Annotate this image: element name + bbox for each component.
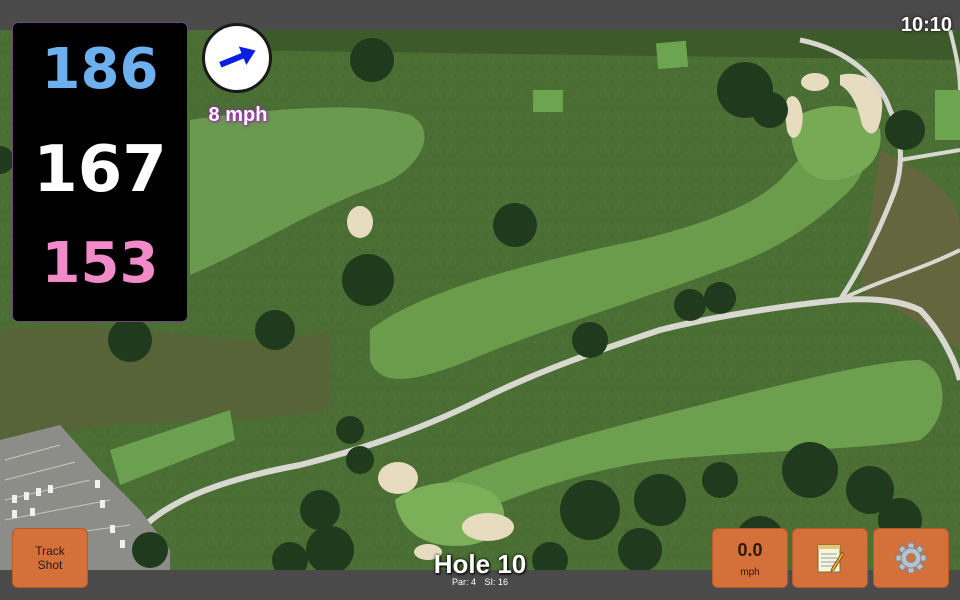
notes-button[interactable] <box>792 528 868 588</box>
track-shot-label-line1: Track <box>35 544 65 558</box>
track-shot-button[interactable]: Track Shot <box>12 528 88 588</box>
hole-info: Par: 4 SI: 16 <box>380 577 580 587</box>
front-distance: 153 <box>41 231 159 296</box>
track-shot-label-line2: Shot <box>37 558 63 572</box>
hole-par: Par: 4 <box>451 577 476 587</box>
wind-speed-button[interactable]: 0.0 mph <box>712 528 788 588</box>
clock: 10:10 <box>900 14 952 36</box>
middle-distance: 167 <box>33 133 167 207</box>
gear-icon <box>895 542 927 574</box>
wind-direction-dial <box>202 23 272 93</box>
wind-speed-value: 0.0 <box>737 540 763 560</box>
settings-button[interactable] <box>873 528 949 588</box>
notepad-icon <box>817 544 845 573</box>
hole-stroke-index: SI: 16 <box>484 577 509 587</box>
wind-arrow-icon <box>219 46 256 68</box>
distance-panel: 186 167 153 <box>12 22 188 322</box>
hole-title: Hole 10 <box>433 549 527 579</box>
back-distance: 186 <box>41 37 159 102</box>
wind-speed-unit: mph <box>740 567 760 578</box>
golf-gps-app: 10:10 186 167 153 8 mph Track Shot Hole … <box>0 0 960 600</box>
wind-speed-label: 8 mph <box>208 104 268 126</box>
